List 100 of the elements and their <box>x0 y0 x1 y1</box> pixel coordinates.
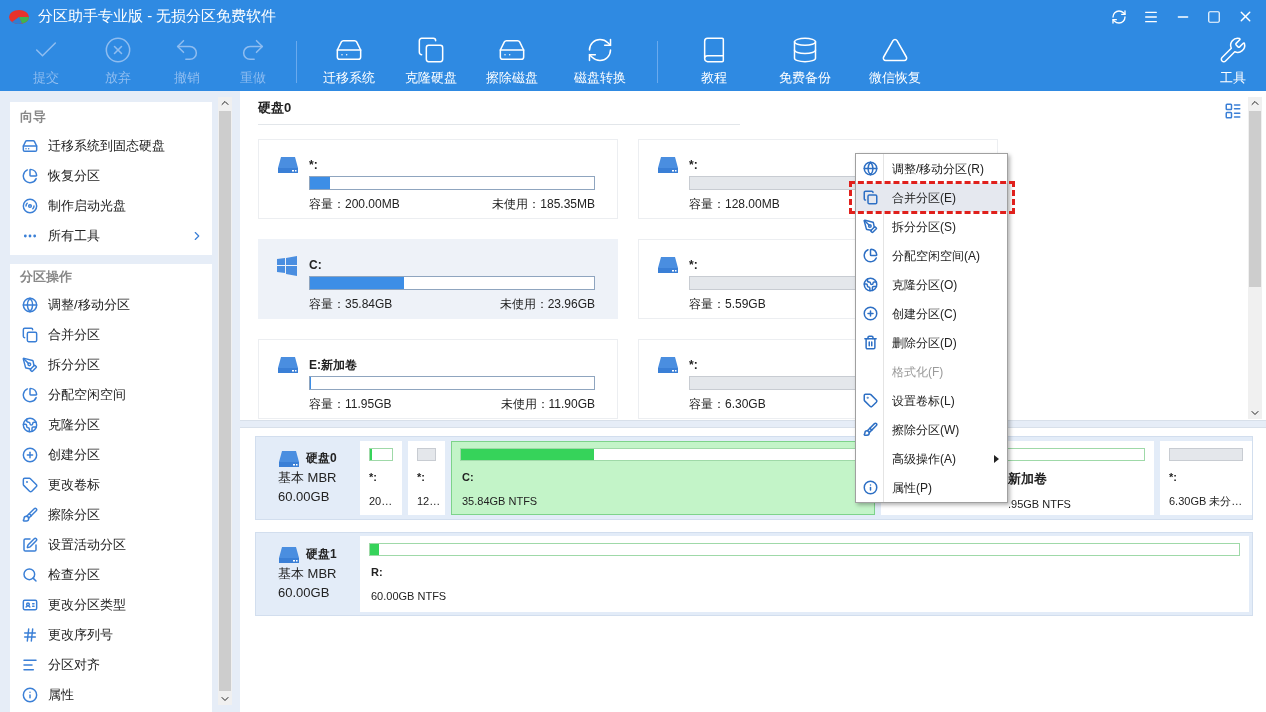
scrollbar[interactable] <box>218 97 232 705</box>
partition-card[interactable]: E:新加卷 容量：11.95GB 未使用：11.90GB <box>258 339 618 419</box>
hard-drive-icon <box>278 449 300 468</box>
align-left-icon <box>22 657 38 673</box>
capacity-text: 容量：5.59GB <box>689 296 766 313</box>
disk-size: 60.00GB <box>278 584 331 602</box>
sidebar-item[interactable]: 合并分区 <box>10 320 212 350</box>
partition-size: 60.00GB NTFS <box>371 588 448 604</box>
database-icon <box>791 36 819 65</box>
sidebar-item[interactable]: 拆分分区 <box>10 350 212 380</box>
toolbar-button[interactable]: 擦除磁盘 <box>471 34 553 90</box>
pen-icon <box>862 219 878 234</box>
plus-circle-icon <box>22 447 38 463</box>
partition-name: 新加卷 <box>1008 470 1048 488</box>
search-icon <box>22 567 38 583</box>
disk-name: 硬盘0 <box>306 450 337 467</box>
sidebar-item[interactable]: 恢复分区 <box>10 161 212 191</box>
id-card-icon <box>22 597 38 613</box>
free-space-text: 未使用：11.90GB <box>500 396 595 413</box>
partition-name: *: <box>689 257 698 272</box>
pie-chart-icon <box>22 168 38 184</box>
submenu-arrow-icon <box>994 454 999 463</box>
partition-size: 20… <box>369 493 393 509</box>
scrollbar[interactable] <box>1248 97 1262 419</box>
toolbar-button[interactable]: 教程 <box>668 34 760 90</box>
sidebar-item[interactable]: 调整/移动分区 <box>10 290 212 320</box>
hard-drive-icon <box>22 138 38 154</box>
partition-name: C: <box>462 470 475 485</box>
sidebar-item[interactable]: 迁移系统到固态硬盘 <box>10 131 212 161</box>
free-space-text: 未使用：185.35MB <box>492 196 595 213</box>
section-title: 向导 <box>19 107 47 126</box>
copy-icon <box>862 190 878 205</box>
pie-chart-icon <box>22 387 38 403</box>
capacity-text: 容量：35.84GB <box>309 296 393 313</box>
partition-block[interactable]: R: 60.00GB NTFS <box>360 536 1249 612</box>
partition-name: *: <box>1169 470 1178 485</box>
disk-title: 硬盘0 <box>258 99 292 118</box>
capacity-text: 容量：11.95GB <box>309 396 392 413</box>
globe-icon <box>22 297 38 313</box>
info-icon <box>862 480 878 495</box>
sidebar-item[interactable]: 属性 <box>10 680 212 710</box>
sidebar-item[interactable]: 所有工具 <box>10 221 212 251</box>
hard-drive-icon <box>278 545 300 564</box>
partition-name: *: <box>689 357 698 372</box>
sidebar-item[interactable]: 分区对齐 <box>10 650 212 680</box>
disc-icon <box>22 198 38 214</box>
windows-logo-icon <box>277 256 297 276</box>
sidebar-item[interactable]: 克隆分区 <box>10 410 212 440</box>
menu-item[interactable]: 合并分区(E) <box>856 183 1007 212</box>
sidebar-item[interactable]: 更改序列号 <box>10 620 212 650</box>
sidebar-item[interactable]: 更改卷标 <box>10 470 212 500</box>
toolbar-button[interactable]: 微信恢复 <box>850 34 940 90</box>
info-icon <box>22 687 38 703</box>
view-toggle-icon[interactable] <box>1224 102 1242 120</box>
disk-name: 硬盘1 <box>306 546 337 563</box>
sidebar-item[interactable]: 设置活动分区 <box>10 530 212 560</box>
partition-name: C: <box>309 257 322 272</box>
sidebar-item[interactable]: 制作启动光盘 <box>10 191 212 221</box>
hard-drive-icon <box>277 156 299 174</box>
section-title: 分区操作 <box>19 268 73 287</box>
toolbar-button[interactable]: 磁盘转换 <box>553 34 647 90</box>
partition-card[interactable]: C: 容量：35.84GB 未使用：23.96GB <box>258 239 618 319</box>
hard-drive-icon <box>657 256 679 274</box>
trash-icon <box>862 335 878 350</box>
sidebar-item[interactable]: 更改分区类型 <box>10 590 212 620</box>
globe-icon <box>862 277 878 292</box>
toolbar-button[interactable]: 克隆硬盘 <box>391 34 471 90</box>
partition-name: E:新加卷 <box>309 357 357 372</box>
hash-icon <box>22 627 38 643</box>
disk-type: 基本 MBR <box>278 469 338 487</box>
partition-size: .95GB NTFS <box>1008 496 1072 512</box>
disk-row[interactable]: 硬盘1 基本 MBR 60.00GB R: 60.00GB NTFS <box>255 532 1253 616</box>
sidebar-item[interactable]: 分配空闲空间 <box>10 380 212 410</box>
maximize-icon[interactable] <box>1207 9 1221 24</box>
partition-card[interactable]: *: 容量：200.00MB 未使用：185.35MB <box>258 139 618 219</box>
pen-icon <box>22 357 38 373</box>
toolbar-button[interactable]: 免费备份 <box>760 34 850 90</box>
sidebar-item[interactable]: 检查分区 <box>10 560 212 590</box>
globe-icon <box>862 161 878 176</box>
partition-block[interactable]: *: 20… <box>360 441 402 515</box>
toolbar-button[interactable]: 迁移系统 <box>307 34 391 90</box>
disk-type: 基本 MBR <box>278 565 338 583</box>
sidebar-item[interactable]: 创建分区 <box>10 440 212 470</box>
wrench-icon <box>1219 36 1247 65</box>
partition-name: *: <box>309 157 318 172</box>
partition-name: *: <box>369 470 378 485</box>
partition-block[interactable]: *: 6.30GB 未分… <box>1160 441 1252 515</box>
refresh-icon[interactable] <box>1111 8 1127 25</box>
hard-drive-icon <box>277 356 299 374</box>
capacity-text: 容量：128.00MB <box>689 196 780 213</box>
pie-chart-icon <box>862 248 878 263</box>
copy-icon <box>417 36 445 65</box>
partition-size: 6.30GB 未分… <box>1169 493 1243 509</box>
free-space-text: 未使用：23.96GB <box>499 296 595 313</box>
app-logo-icon <box>8 8 30 25</box>
partition-block[interactable]: *: 12… <box>408 441 445 515</box>
sidebar-item[interactable]: 擦除分区 <box>10 500 212 530</box>
partition-name: *: <box>417 470 426 485</box>
tools-button[interactable]: 工具 <box>1208 34 1258 90</box>
partition-block[interactable]: C: 35.84GB NTFS <box>451 441 875 515</box>
